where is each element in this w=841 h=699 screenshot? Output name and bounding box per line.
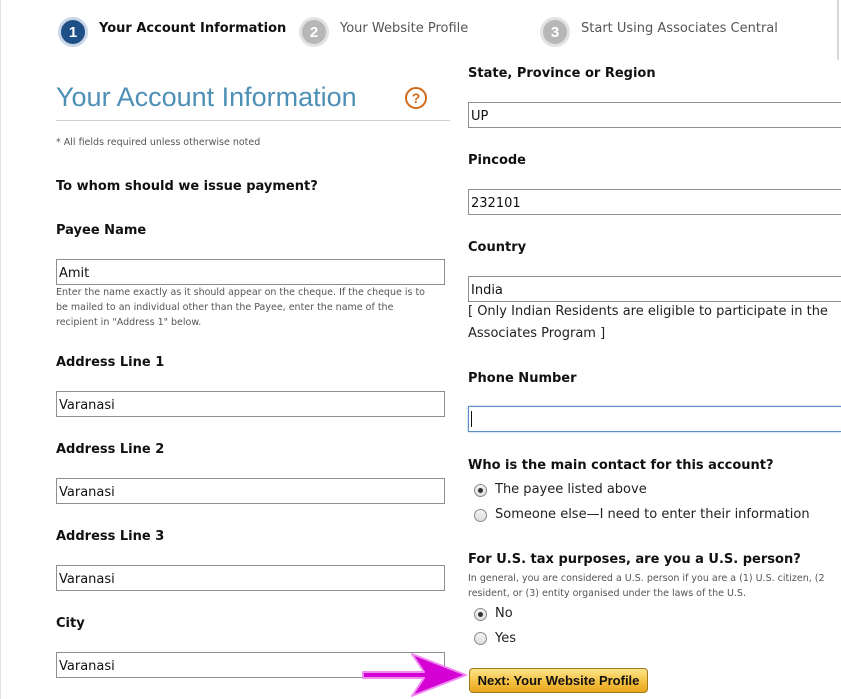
- main-contact-someone-else-label[interactable]: Someone else—I need to enter their infor…: [495, 507, 810, 522]
- payee-name-label: Payee Name: [56, 223, 147, 238]
- us-person-question: For U.S. tax purposes, are you a U.S. pe…: [468, 552, 801, 567]
- address-line-3-input[interactable]: [56, 565, 445, 591]
- us-person-yes-radio[interactable]: [474, 632, 487, 645]
- payee-name-input[interactable]: [56, 259, 445, 285]
- pincode-label: Pincode: [468, 153, 526, 168]
- main-contact-payee-label[interactable]: The payee listed above: [495, 482, 647, 497]
- main-contact-payee-radio[interactable]: [474, 484, 487, 497]
- pincode-input[interactable]: [468, 189, 841, 215]
- required-fields-note: * All fields required unless otherwise n…: [56, 137, 261, 148]
- country-eligibility-note-line2: Associates Program ]: [468, 326, 606, 341]
- step-3-label: Start Using Associates Central: [581, 21, 778, 36]
- address-line-1-input[interactable]: [56, 391, 445, 417]
- phone-input[interactable]: [468, 406, 841, 432]
- address-line-2-input[interactable]: [56, 478, 445, 504]
- page-title: Your Account Information: [56, 82, 357, 112]
- scrollbar-track[interactable]: [837, 0, 839, 60]
- step-3-circle: 3: [540, 17, 570, 47]
- us-person-help: In general, you are considered a U.S. pe…: [468, 573, 825, 599]
- payee-name-help: Enter the name exactly as it should appe…: [56, 287, 425, 328]
- main-contact-question: Who is the main contact for this account…: [468, 458, 774, 473]
- question-circle-icon[interactable]: ?: [405, 87, 427, 109]
- main-contact-someone-else-radio[interactable]: [474, 509, 487, 522]
- us-person-no-radio[interactable]: [474, 608, 487, 621]
- city-label: City: [56, 616, 85, 631]
- step-2-label: Your Website Profile: [340, 21, 469, 36]
- phone-label: Phone Number: [468, 371, 577, 386]
- country-label: Country: [468, 240, 527, 255]
- step-2-circle: 2: [299, 17, 329, 47]
- page-left-border: [0, 0, 1, 699]
- step-1-circle: 1: [58, 17, 88, 47]
- address-line-2-label: Address Line 2: [56, 442, 165, 457]
- title-divider: [56, 120, 450, 121]
- step-1-label: Your Account Information: [99, 21, 287, 36]
- text-cursor: [471, 411, 472, 427]
- payment-question: To whom should we issue payment?: [56, 179, 318, 194]
- arrow-pointer-icon: [362, 653, 467, 697]
- us-person-yes-label[interactable]: Yes: [495, 631, 516, 646]
- us-person-no-label[interactable]: No: [495, 606, 513, 621]
- state-label: State, Province or Region: [468, 66, 656, 81]
- country-eligibility-note: [ Only Indian Residents are eligible to …: [468, 304, 828, 319]
- country-input[interactable]: [468, 276, 841, 302]
- next-website-profile-button[interactable]: Next: Your Website Profile: [469, 668, 648, 693]
- address-line-1-label: Address Line 1: [56, 355, 165, 370]
- address-line-3-label: Address Line 3: [56, 529, 165, 544]
- state-input[interactable]: [468, 102, 841, 128]
